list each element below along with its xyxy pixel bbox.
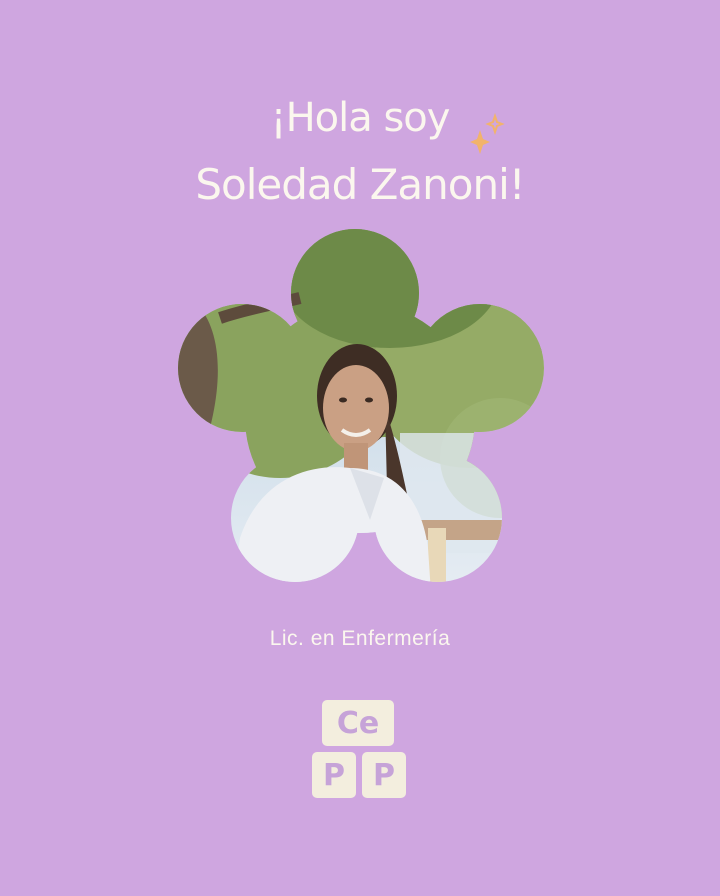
name-line: Soledad Zanoni!	[195, 160, 525, 209]
logo-block-p-left: P	[312, 752, 356, 798]
logo-block-p-right: P	[362, 752, 406, 798]
profession-label: Lic. en Enfermería	[269, 627, 451, 650]
logo-block-ce: Ce	[322, 700, 394, 746]
sparkle-icon	[470, 112, 505, 154]
profile-photo	[178, 229, 544, 582]
cepp-logo: Ce P P	[306, 700, 410, 800]
greeting-line: ¡Hola soy	[270, 95, 451, 141]
